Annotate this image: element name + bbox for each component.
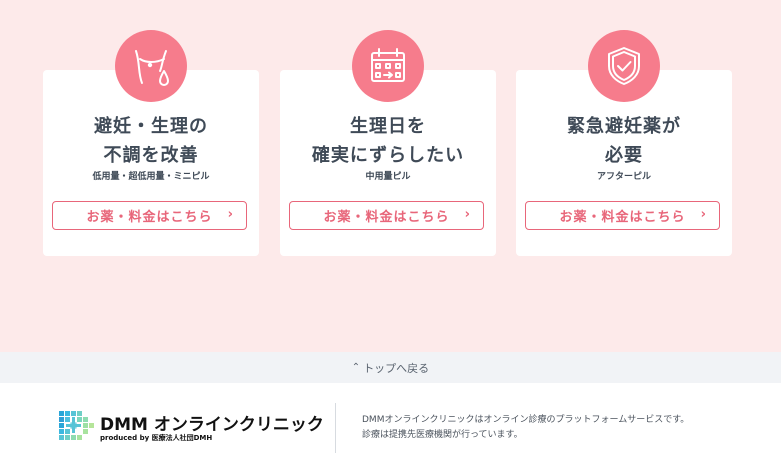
footer-divider xyxy=(335,403,336,453)
footer-description: DMMオンラインクリニックはオンライン診療のプラットフォームサービスです。 診療… xyxy=(362,413,762,443)
service-card-contraception: 避妊・生理の 不調を改善 低用量・超低用量・ミニピル お薬・料金はこちら › xyxy=(43,30,259,256)
card-subtitle: アフターピル xyxy=(596,172,651,182)
footer: DMM オンラインクリニック produced by 医療法人社団DMH DMM… xyxy=(0,383,781,464)
dmm-logo[interactable]: DMM オンラインクリニック produced by 医療法人社団DMH xyxy=(59,409,324,445)
service-card-period-shift: 生理日を 確実にずらしたい 中用量ピル お薬・料金はこちら › xyxy=(280,30,496,256)
price-button[interactable]: お薬・料金はこちら › xyxy=(289,201,484,230)
card-title: 生理日を 確実にずらしたい xyxy=(280,112,496,170)
card-subtitle: 低用量・超低用量・ミニピル xyxy=(92,172,210,182)
dmm-clinic-mark-icon xyxy=(59,411,94,440)
back-to-top-link[interactable]: ⌃ トップへ戻る xyxy=(0,352,781,383)
price-button[interactable]: お薬・料金はこちら › xyxy=(525,201,720,230)
card-title-line1: 避妊・生理の xyxy=(94,116,208,137)
shield-check-icon xyxy=(608,47,640,85)
chevron-right-icon: › xyxy=(464,207,471,222)
chevron-right-icon: › xyxy=(700,207,707,222)
price-button-label: お薬・料金はこちら xyxy=(86,210,213,225)
price-button-label: お薬・料金はこちら xyxy=(323,210,450,225)
footer-desc-line2: 診療は提携先医療機関が行っています。 xyxy=(362,430,523,440)
calendar-icon xyxy=(371,48,405,82)
logo-produced-by: produced by 医療法人社団DMH xyxy=(100,434,213,442)
card-title: 避妊・生理の 不調を改善 xyxy=(43,112,259,170)
footer-desc-line1: DMMオンラインクリニックはオンライン診療のプラットフォームサービスです。 xyxy=(362,415,690,425)
logo-text: DMM オンラインクリニック xyxy=(100,415,324,435)
card-icon-circle xyxy=(352,30,424,102)
price-button[interactable]: お薬・料金はこちら › xyxy=(52,201,247,230)
service-card-emergency: 緊急避妊薬が 必要 アフターピル お薬・料金はこちら › xyxy=(516,30,732,256)
price-button-label: お薬・料金はこちら xyxy=(559,210,686,225)
card-title-line1: 緊急避妊薬が xyxy=(567,116,681,137)
back-to-top-label: トップへ戻る xyxy=(363,361,430,375)
chevron-right-icon: › xyxy=(227,207,234,222)
card-subtitle: 中用量ピル xyxy=(365,172,411,182)
card-title-line2: 確実にずらしたい xyxy=(311,145,465,166)
services-section: 避妊・生理の 不調を改善 低用量・超低用量・ミニピル お薬・料金はこちら › 生… xyxy=(0,0,781,352)
card-icon-circle xyxy=(588,30,660,102)
body-droplet-icon xyxy=(135,50,169,86)
card-title: 緊急避妊薬が 必要 xyxy=(516,112,732,170)
card-icon-circle xyxy=(115,30,187,102)
card-title-line2: 必要 xyxy=(605,145,643,166)
chevron-up-icon: ⌃ xyxy=(351,362,361,373)
card-title-line2: 不調を改善 xyxy=(103,145,199,166)
card-title-line1: 生理日を xyxy=(350,116,426,137)
